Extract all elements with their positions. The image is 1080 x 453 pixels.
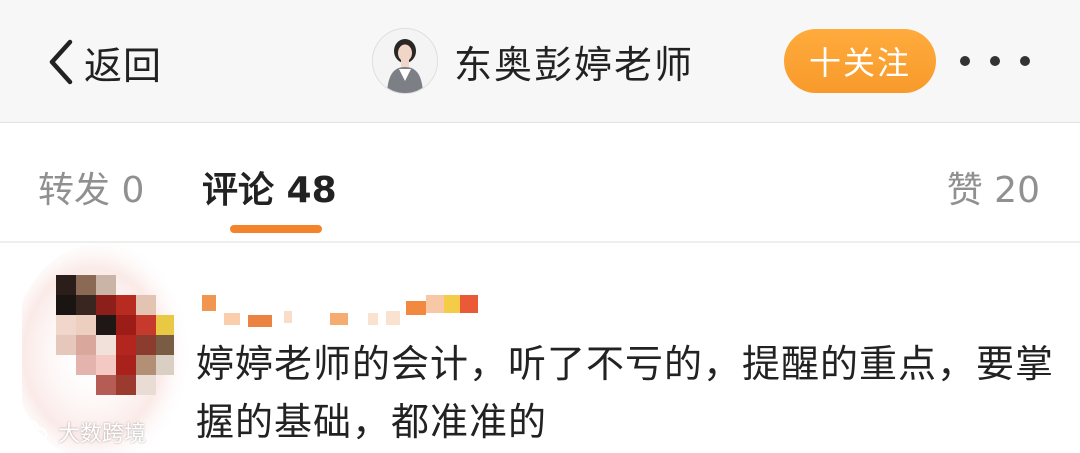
more-dot-icon	[1020, 56, 1030, 66]
account-title[interactable]: 东奥彭婷老师	[372, 26, 694, 96]
tab-repost[interactable]: 转发 0	[38, 161, 144, 213]
tab-like[interactable]: 赞 20	[947, 161, 1040, 213]
back-label: 返回	[84, 43, 163, 88]
weibo-comment-page: 返回 东奥彭婷老师 十关注 转发 0 评论 48 赞 20 婷婷老师的会计，听了…	[0, 0, 1080, 453]
more-dot-icon	[990, 56, 1000, 66]
comment-text: 婷婷老师的会计，听了不亏的，提醒的重点，要掌握的基础，都准准的	[196, 342, 1055, 444]
more-dot-icon	[960, 56, 970, 66]
chevron-left-icon	[49, 39, 73, 85]
top-nav-bar: 返回 东奥彭婷老师 十关注	[0, 0, 1080, 123]
active-tab-indicator	[230, 225, 322, 233]
more-button[interactable]	[960, 48, 1030, 74]
comment-item: 婷婷老师的会计，听了不亏的，提醒的重点，要掌握的基础，都准准的	[0, 243, 1080, 453]
back-button[interactable]: 返回	[44, 36, 162, 88]
follow-label: 十关注	[808, 44, 911, 82]
watermark-logo-icon	[11, 420, 48, 443]
account-avatar[interactable]	[372, 28, 438, 94]
page-title: 东奥彭婷老师	[454, 42, 695, 87]
follow-button[interactable]: 十关注	[784, 29, 936, 93]
tab-comment[interactable]: 评论 48	[202, 161, 337, 213]
tab-bar: 转发 0 评论 48 赞 20	[0, 123, 1080, 243]
watermark-text: 大数跨境	[58, 422, 147, 447]
watermark: 大数跨境	[8, 415, 146, 449]
commenter-name-blurred[interactable]	[202, 293, 492, 333]
